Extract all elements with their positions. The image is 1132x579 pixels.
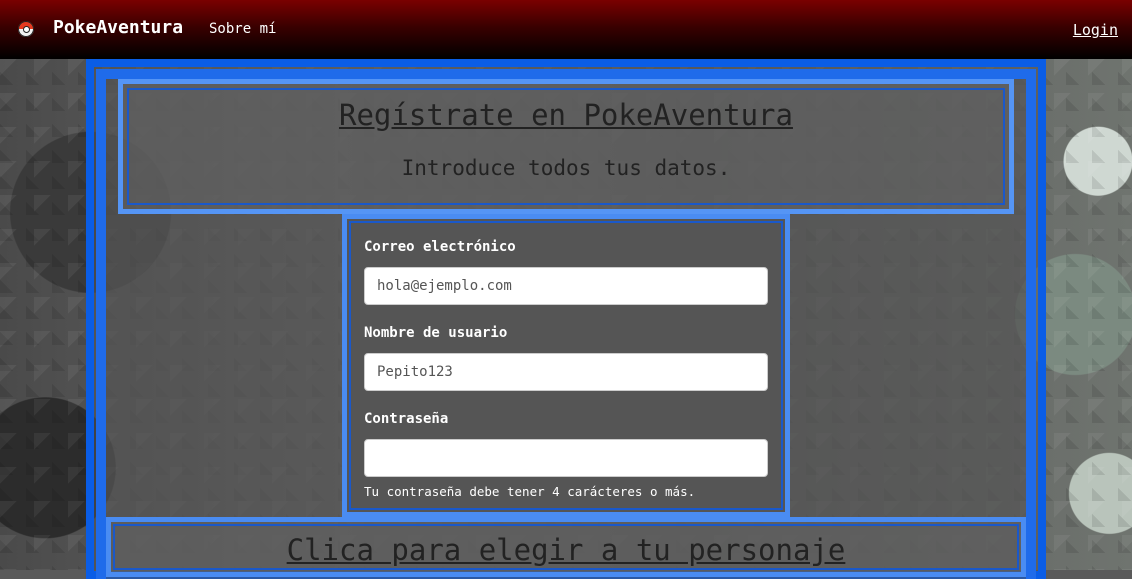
password-help-text: Tu contraseña debe tener 4 carácteres o … xyxy=(364,484,696,499)
password-label: Contraseña xyxy=(364,411,449,427)
navbar: PokeAventura Sobre mí Login xyxy=(0,0,1132,59)
pokeball-icon xyxy=(18,21,34,37)
page-subtitle: Introduce todos tus datos. xyxy=(401,156,731,180)
choose-character-label: Clica para elegir a tu personaje xyxy=(286,533,846,567)
password-field[interactable] xyxy=(364,439,768,477)
header-box: Regístrate en PokeAventura Introduce tod… xyxy=(118,79,1014,214)
email-field[interactable] xyxy=(364,267,768,305)
nav-link-sobre-mi[interactable]: Sobre mí xyxy=(209,21,276,37)
choose-character-button[interactable]: Clica para elegir a tu personaje xyxy=(106,517,1026,577)
page-title: Regístrate en PokeAventura xyxy=(339,98,793,132)
login-link[interactable]: Login xyxy=(1073,21,1118,39)
email-label: Correo electrónico xyxy=(364,239,516,255)
brand-link[interactable]: PokeAventura xyxy=(53,17,183,38)
username-label: Nombre de usuario xyxy=(364,325,508,341)
register-form: Correo electrónico Nombre de usuario Con… xyxy=(342,214,790,517)
username-field[interactable] xyxy=(364,353,768,391)
